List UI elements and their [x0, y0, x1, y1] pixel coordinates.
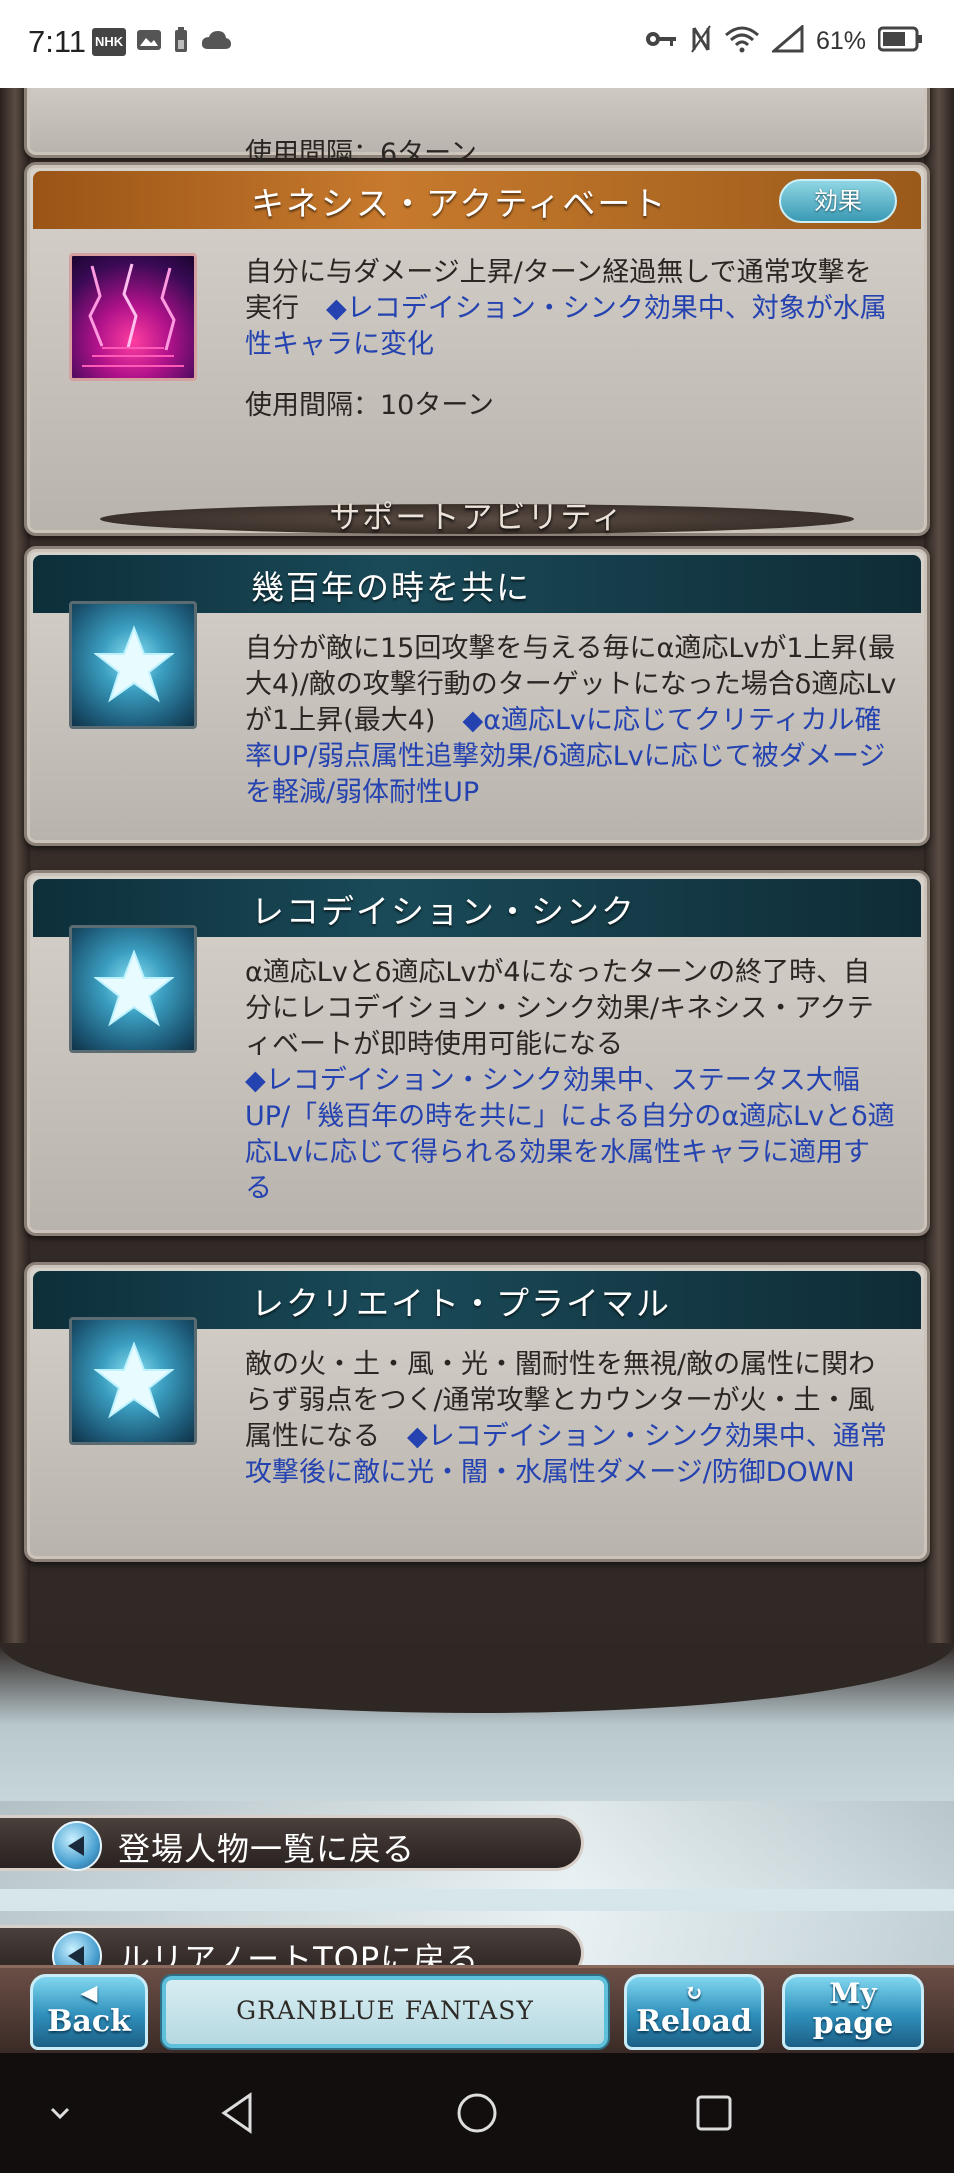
ability-title: レクリエイト・プライマル	[251, 1284, 671, 1323]
section-title-support: サポートアビリティ	[0, 488, 954, 548]
description-text: α適応Lvとδ適応Lvが4になったターンの終了時、自分にレコデイション・シンク効…	[245, 957, 874, 1060]
reload-button[interactable]: ↻ Reload	[624, 1974, 764, 2050]
reload-label: Reload	[636, 2004, 752, 2039]
back-label: Back	[47, 2004, 131, 2039]
game-content[interactable]: 使用間隔：6ターン キネシス・アクティベート 効果 自分に与ダメージ上昇/ターン…	[0, 88, 954, 2053]
ability-card-partial: 使用間隔：6ターン	[24, 88, 930, 169]
back-button[interactable]: ◀ Back	[30, 1974, 148, 2050]
frame-arch	[0, 1643, 954, 1713]
nhk-icon: NHK	[92, 28, 127, 56]
android-navigation-bar	[0, 2053, 954, 2173]
wifi-icon	[724, 25, 760, 57]
back-arrow-icon: ◀	[80, 1980, 98, 2006]
description-conditional-text: ◆レコデイション・シンク効果中、ステータス大幅UP/「幾百年の時を共に」による自…	[245, 1065, 895, 1204]
ability-description: 自分に与ダメージ上昇/ターン経過無しで通常攻撃を実行 ◆レコデイション・シンク効…	[245, 255, 897, 363]
star-ability-icon	[69, 1317, 197, 1445]
nfc-icon	[690, 24, 712, 58]
ability-title: キネシス・アクティベート	[251, 184, 668, 223]
ability-description: 敵の火・土・風・光・闇耐性を無視/敵の属性に関わらず弱点をつく/通常攻撃とカウン…	[245, 1347, 897, 1491]
reload-icon: ↻	[684, 1980, 704, 2006]
arrow-left-icon	[52, 1821, 102, 1871]
status-bar: 7:11 NHK 61%	[0, 0, 954, 88]
ability-title: レコデイション・シンク	[251, 892, 636, 931]
nav-recents-icon[interactable]	[684, 2083, 744, 2143]
key-icon	[644, 28, 678, 54]
support-ability-card-2: レコデイション・シンク α適応Lvとδ適応Lvが4になったターンの終了時、自分に…	[24, 870, 930, 1236]
collapse-chevron-icon[interactable]	[30, 2083, 90, 2143]
game-toolbar: ◀ Back GRANBLUE FANTASY ↻ Reload My page	[0, 1965, 954, 2053]
cloud-icon	[200, 29, 232, 55]
nav-back-icon[interactable]	[208, 2083, 268, 2143]
nav-row: 登場人物一覧に戻る	[0, 1801, 954, 1889]
status-icons-right: 61%	[644, 23, 924, 58]
nav-home-icon[interactable]	[447, 2083, 507, 2143]
support-ability-card-1: 幾百年の時を共に 自分が敵に15回攻撃を与える毎にα適応Lvが1上昇(最大4)/…	[24, 546, 930, 846]
nav-link-label: 登場人物一覧に戻る	[118, 1830, 416, 1868]
back-to-character-list-button[interactable]: 登場人物一覧に戻る	[0, 1815, 584, 1871]
signal-icon	[769, 23, 804, 57]
mypage-label-bottom: page	[812, 2006, 894, 2041]
status-icons-left: NHK	[92, 26, 232, 58]
image-icon	[136, 28, 162, 56]
kinesis-ability-icon	[69, 253, 197, 381]
star-ability-icon	[69, 925, 197, 1053]
ability-description: α適応Lvとδ適応Lvが4になったターンの終了時、自分にレコデイション・シンク効…	[245, 955, 897, 1207]
ability-description: 自分が敵に15回攻撃を与える毎にα適応Lvが1上昇(最大4)/敵の攻撃行動のター…	[245, 631, 897, 811]
mypage-label-top: My	[829, 1977, 877, 2010]
section-title-text: サポートアビリティ	[329, 500, 625, 536]
battery-icon	[877, 26, 924, 56]
ability-card-kinesis: キネシス・アクティベート 効果 自分に与ダメージ上昇/ターン経過無しで通常攻撃を…	[24, 162, 930, 536]
battery-percent: 61%	[815, 26, 866, 55]
ability-title: 幾百年の時を共に	[251, 568, 531, 607]
cooldown-text: 使用間隔：10ターン	[245, 390, 495, 421]
description-conditional-text: ◆レコデイション・シンク効果中、対象が水属性キャラに変化	[245, 293, 887, 360]
support-ability-card-3: レクリエイト・プライマル 敵の火・土・風・光・闇耐性を無視/敵の属性に関わらず弱…	[24, 1262, 930, 1562]
star-ability-icon	[69, 601, 197, 729]
effect-button[interactable]: 効果	[779, 179, 897, 223]
ability-header: キネシス・アクティベート 効果	[33, 171, 921, 229]
battery-saver-icon	[172, 26, 190, 58]
status-time: 7:11	[28, 24, 87, 59]
mypage-button[interactable]: My page	[782, 1974, 924, 2050]
granblue-logo-button[interactable]: GRANBLUE FANTASY	[162, 1976, 608, 2048]
granblue-logo: GRANBLUE FANTASY	[236, 1996, 534, 2025]
